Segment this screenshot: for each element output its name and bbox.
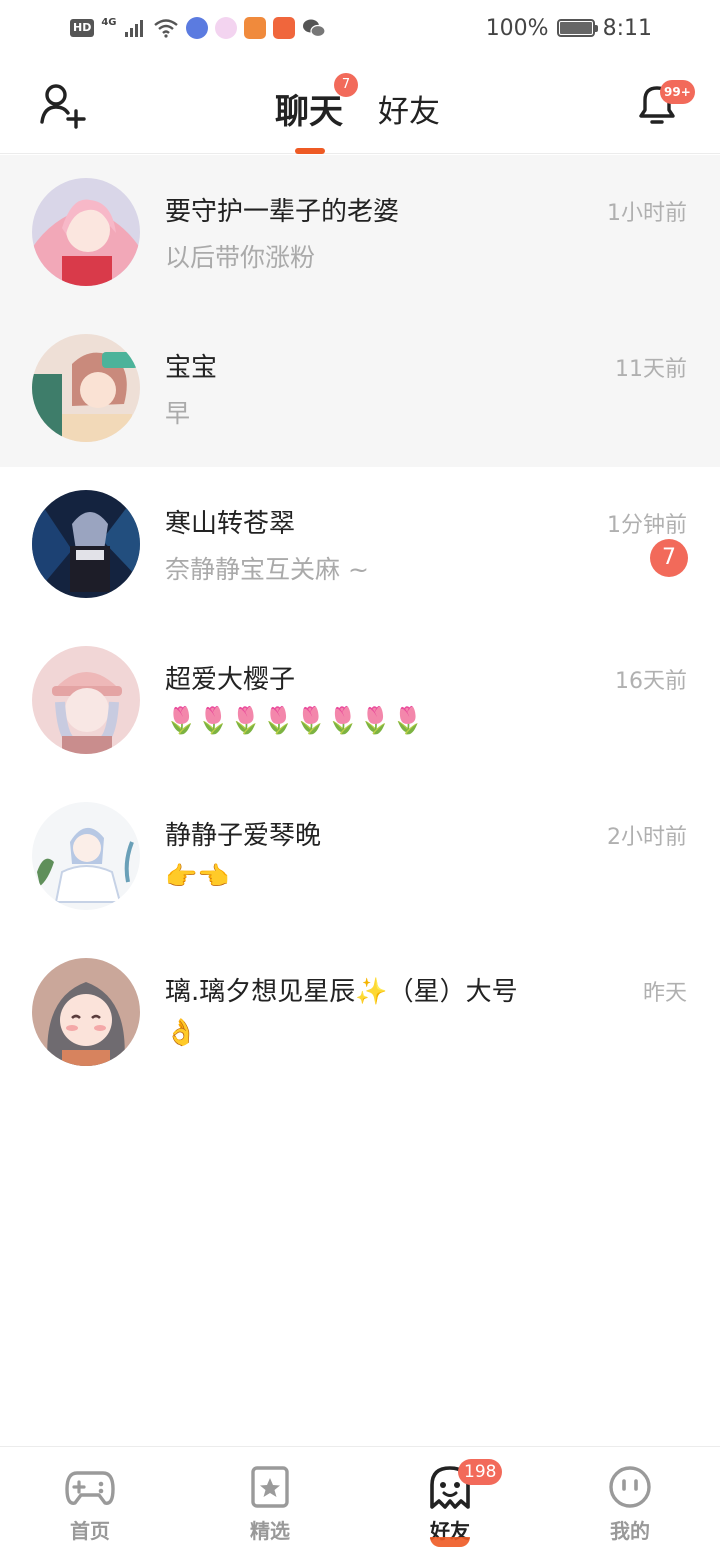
status-icons-left: HD 4G <box>70 14 326 42</box>
face-icon <box>609 1466 651 1508</box>
last-message: 早 <box>165 399 191 428</box>
nav-featured[interactable]: 精选 <box>180 1447 360 1560</box>
last-message: 🌷🌷🌷🌷🌷🌷🌷🌷 <box>165 706 424 736</box>
gamepad-icon <box>65 1471 115 1505</box>
avatar <box>32 958 140 1066</box>
battery-icon <box>556 19 598 37</box>
active-tab-indicator <box>295 148 325 154</box>
contact-name: 静静子爱琴晚 <box>165 821 322 851</box>
message-time: 1小时前 <box>607 201 687 226</box>
nav-featured-label: 精选 <box>250 1519 290 1543</box>
contact-name: 寒山转苍翠 <box>165 509 296 539</box>
star-card-icon <box>251 1466 289 1508</box>
avatar <box>32 490 140 598</box>
last-message: 奈静静宝互关麻 ~ <box>165 555 369 584</box>
nav-profile-label: 我的 <box>610 1519 650 1543</box>
nav-home-label: 首页 <box>70 1519 110 1543</box>
avatar <box>32 178 140 286</box>
chat-row[interactable]: 静静子爱琴晚 👉👈 2小时前 <box>0 779 720 935</box>
message-time: 16天前 <box>615 669 687 694</box>
tab-friends[interactable]: 好友 <box>378 86 440 131</box>
clock: 8:11 <box>602 15 652 41</box>
app-screen: HD 4G 100% 8:11 聊天 7 好友 99+ 要守护一辈子的老婆 以后… <box>0 0 720 1560</box>
avatar <box>32 802 140 910</box>
contact-name: 超爱大樱子 <box>165 665 296 695</box>
music-app-icon <box>185 17 208 39</box>
avatar <box>32 646 140 754</box>
signal-icon <box>124 20 143 37</box>
last-message: 👌 <box>165 1018 198 1048</box>
wifi-icon <box>153 19 178 38</box>
friends-nav-badge: 198 <box>458 1459 503 1485</box>
chat-row[interactable]: 要守护一辈子的老婆 以后带你涨粉 1小时前 <box>0 155 720 311</box>
status-bar: HD 4G 100% 8:11 <box>0 0 720 56</box>
notification-badge: 99+ <box>660 80 695 104</box>
chat-row[interactable]: 璃.璃夕想见星辰✨（星）大号 👌 昨天 <box>0 935 720 1091</box>
contact-name: 要守护一辈子的老婆 <box>165 197 400 227</box>
active-nav-indicator <box>430 1537 470 1547</box>
contact-name: 璃.璃夕想见星辰✨（星）大号 <box>165 977 518 1007</box>
top-header: 聊天 7 好友 <box>0 56 720 154</box>
message-time: 昨天 <box>642 981 687 1006</box>
message-time: 1分钟前 <box>607 513 687 538</box>
chat-list: 要守护一辈子的老婆 以后带你涨粉 1小时前 宝宝 早 11天前 寒山转苍翠 奈静… <box>0 155 720 1091</box>
reader-app-icon <box>272 17 295 39</box>
cupcake-app-icon <box>214 17 237 39</box>
wechat-icon <box>302 19 326 38</box>
status-icons-right: 100% 8:11 <box>486 12 652 44</box>
tab-chat[interactable]: 聊天 <box>275 84 343 133</box>
battery-percent: 100% <box>485 15 549 41</box>
last-message: 以后带你涨粉 <box>165 243 316 272</box>
message-time: 2小时前 <box>607 825 687 850</box>
message-time: 11天前 <box>615 357 687 382</box>
chat-row[interactable]: 寒山转苍翠 奈静静宝互关麻 ~ 1分钟前 7 <box>0 467 720 623</box>
unread-count-badge: 7 <box>650 539 688 577</box>
nav-home[interactable]: 首页 <box>0 1447 180 1560</box>
chat-row[interactable]: 宝宝 早 11天前 <box>0 311 720 467</box>
chat-tab-badge: 7 <box>334 73 358 97</box>
network-type: 4G <box>101 16 117 28</box>
avatar <box>32 334 140 442</box>
nav-profile[interactable]: 我的 <box>540 1447 720 1560</box>
video-app-icon <box>243 17 266 39</box>
header-tabs: 聊天 7 好友 <box>0 56 720 154</box>
nav-friends[interactable]: 198 好友 <box>360 1447 540 1560</box>
last-message: 👉👈 <box>165 862 230 892</box>
hd-indicator: HD <box>70 19 95 37</box>
contact-name: 宝宝 <box>165 353 218 383</box>
chat-row[interactable]: 超爱大樱子 🌷🌷🌷🌷🌷🌷🌷🌷 16天前 <box>0 623 720 779</box>
bottom-nav: 首页 精选 198 好友 我的 <box>0 1446 720 1560</box>
